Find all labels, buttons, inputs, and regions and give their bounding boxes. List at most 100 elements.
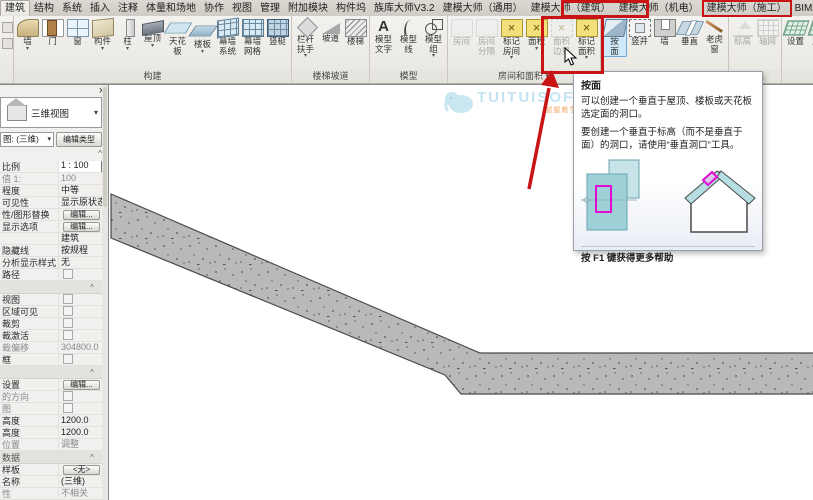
ribbon-tab-建模大师（施工）[interactable]: 建模大师（施工） (701, 0, 792, 17)
ribbon-tab-协作[interactable]: 协作 (200, 1, 228, 16)
window-icon (66, 19, 89, 37)
ribbon-button-按面[interactable]: 按 面 (601, 16, 628, 57)
property-value[interactable]: 显示原状态 (58, 197, 102, 208)
ribbon-tab-建模大师（机电）[interactable]: 建模大师（机电） (615, 1, 703, 16)
ribbon-tab-插入[interactable]: 插入 (86, 1, 114, 16)
property-checkbox[interactable] (63, 294, 73, 304)
ribbon-button-墙[interactable]: 墙 ▾ (15, 16, 40, 53)
property-section-header[interactable]: 数据 ^ (0, 451, 102, 464)
ribbon-button-label: 坡道 (321, 33, 339, 43)
ribbon-button-垂直[interactable]: 垂直 (675, 16, 704, 48)
property-edit-button[interactable]: 编辑... (63, 380, 100, 390)
ribbon-tab-构件坞[interactable]: 构件坞 (332, 1, 370, 16)
ribbon-button-墙[interactable]: 墙 (652, 16, 677, 48)
ribbon-button-模型文字[interactable]: 模型 文字 (371, 16, 396, 55)
model-text-icon (374, 19, 394, 35)
collapse-icon[interactable]: ^ (90, 368, 94, 377)
property-value[interactable]: 100 (58, 173, 102, 184)
ribbon-button-竖梃[interactable]: 竖梃 (265, 16, 290, 48)
ribbon-button-设置[interactable]: 设置 (782, 16, 809, 48)
property-row: 样板 <无> (0, 464, 102, 476)
ribbon-button-模型线[interactable]: 模型 线 (396, 16, 421, 55)
ribbon-button-幕墙网格[interactable]: 幕墙 网格 (240, 16, 265, 57)
property-value[interactable]: (三维) (58, 476, 102, 487)
ribbon-tab-族库大师V3.2[interactable]: 族库大师V3.2 (370, 1, 439, 16)
ribbon-button-楼板[interactable]: 楼板 ▾ (187, 16, 218, 56)
property-value: 编辑... (58, 379, 102, 390)
ribbon-button-坡道[interactable]: 坡道 (318, 16, 343, 45)
elephant-logo-icon (444, 92, 473, 113)
ribbon-tab-体量和场地[interactable]: 体量和场地 (142, 1, 200, 16)
property-value[interactable]: 1200.0 (58, 415, 102, 426)
ribbon-tab-视图[interactable]: 视图 (228, 1, 256, 16)
property-edit-button[interactable]: <无> (63, 465, 100, 475)
ribbon-tab-结构[interactable]: 结构 (30, 1, 58, 16)
ribbon-button-标记房间[interactable]: 标记 房间▾ (499, 16, 524, 62)
property-edit-button[interactable]: 编辑... (63, 222, 100, 232)
ribbon-button-窗[interactable]: 窗 (65, 16, 90, 48)
property-row: 视图 (0, 294, 102, 306)
ribbon-button-label: 天花板 (168, 36, 186, 56)
ribbon-tab-建筑[interactable]: 建筑 (0, 0, 30, 16)
property-label: 裁激活 (2, 331, 30, 341)
property-section-header[interactable]: ^ (0, 281, 102, 294)
ribbon-button-模型组[interactable]: 模型 组 ▾ (421, 16, 446, 60)
ribbon-panel-工作平面: 设置显示参照 平面查看器工作平面 (782, 16, 813, 83)
revit-window: 建筑 结构 系统 插入 注释 体量和场地 协作 视图 管理 附加模块 构件坞 族库大师V3.2 建模大师… (0, 0, 813, 500)
ribbon-button-构件[interactable]: 构件 ▾ (90, 16, 115, 53)
ribbon-button-门[interactable]: 门 (40, 16, 65, 48)
type-selector[interactable]: 三维视图 ▾ (0, 97, 102, 128)
collapse-icon[interactable]: ^ (90, 283, 94, 292)
ribbon-tab-建模大师（通用）[interactable]: 建模大师（通用） (439, 1, 527, 16)
ribbon-button-面积[interactable]: 面积▾ (524, 16, 549, 53)
ribbon-button-标记面积[interactable]: 标记 面积▾ (574, 16, 599, 62)
ribbon-button-天花板[interactable]: 天花板 (163, 16, 192, 57)
property-value[interactable]: 无 (58, 257, 102, 268)
property-row: 设置 编辑... (0, 379, 102, 391)
property-checkbox[interactable] (63, 330, 73, 340)
3d-view-icon (6, 97, 27, 121)
property-value (58, 354, 102, 365)
property-checkbox[interactable] (63, 269, 73, 279)
property-value-input[interactable]: 1 : 100 (58, 161, 102, 172)
property-checkbox[interactable] (63, 391, 73, 401)
property-row: 比例 1 : 100 (0, 161, 102, 173)
property-checkbox[interactable] (63, 354, 73, 364)
ribbon-tab-管理[interactable]: 管理 (256, 1, 284, 16)
ribbon-button-label: 标记 房间 (502, 36, 520, 56)
ribbon-button-幕墙系统[interactable]: 幕墙 系统 (215, 16, 240, 57)
property-grid: 比例 1 : 100 值 1: 100 程度 中等 可见性 显示原状态 性/图形替换 编辑... 显… (0, 161, 102, 500)
ribbon-button-屋顶[interactable]: 屋顶 ▾ (140, 16, 165, 50)
tooltip-footer: 按 F1 键获得更多帮助 (581, 246, 755, 264)
property-value[interactable]: 调整 (58, 439, 102, 450)
ribbon-tab-注释[interactable]: 注释 (114, 1, 142, 16)
view-filter-dropdown[interactable]: ▾ 图: (三维) (0, 132, 54, 147)
property-checkbox[interactable] (63, 306, 73, 316)
edit-type-button[interactable]: 编辑类型 (56, 132, 102, 147)
ribbon-button-老虎窗[interactable]: 老虎窗 (702, 16, 727, 55)
property-row: 名称 (三维) (0, 476, 102, 488)
ribbon-tab-建模大师（建筑）[interactable]: 建模大师（建筑） (527, 1, 615, 16)
ribbon-button-竖井[interactable]: 竖井 (627, 16, 652, 48)
property-value[interactable]: 不相关 (58, 488, 102, 499)
property-section-header[interactable]: ^ (0, 366, 102, 379)
ribbon-button-栏杆扶手[interactable]: 栏杆 扶手 ▾ (293, 16, 318, 60)
ribbon-tab-BIM数据库[interactable]: BIM数据库 (791, 1, 813, 16)
ribbon-button-柱[interactable]: 柱 ▾ (115, 16, 140, 53)
property-value[interactable]: 1200.0 (58, 427, 102, 438)
property-checkbox[interactable] (63, 318, 73, 328)
collapse-icon[interactable]: ^ (90, 453, 94, 462)
property-value[interactable]: 建筑 (58, 233, 102, 244)
property-value[interactable]: 中等 (58, 185, 102, 196)
chevron-down-icon: ▾ (100, 45, 104, 52)
ribbon-tab-附加模块[interactable]: 附加模块 (284, 1, 332, 16)
ribbon-tab-系统[interactable]: 系统 (58, 1, 86, 16)
property-checkbox[interactable] (63, 403, 73, 413)
property-value[interactable]: 按规程 (58, 245, 102, 256)
chevron-down-icon: ▾ (93, 108, 98, 117)
property-value[interactable]: 304800.0 (58, 342, 102, 353)
ribbon-button-楼梯[interactable]: 楼梯 (343, 16, 368, 48)
palette-scrollbar[interactable] (102, 85, 108, 500)
property-edit-button[interactable]: 编辑... (63, 210, 100, 220)
model-line-icon (399, 19, 419, 35)
